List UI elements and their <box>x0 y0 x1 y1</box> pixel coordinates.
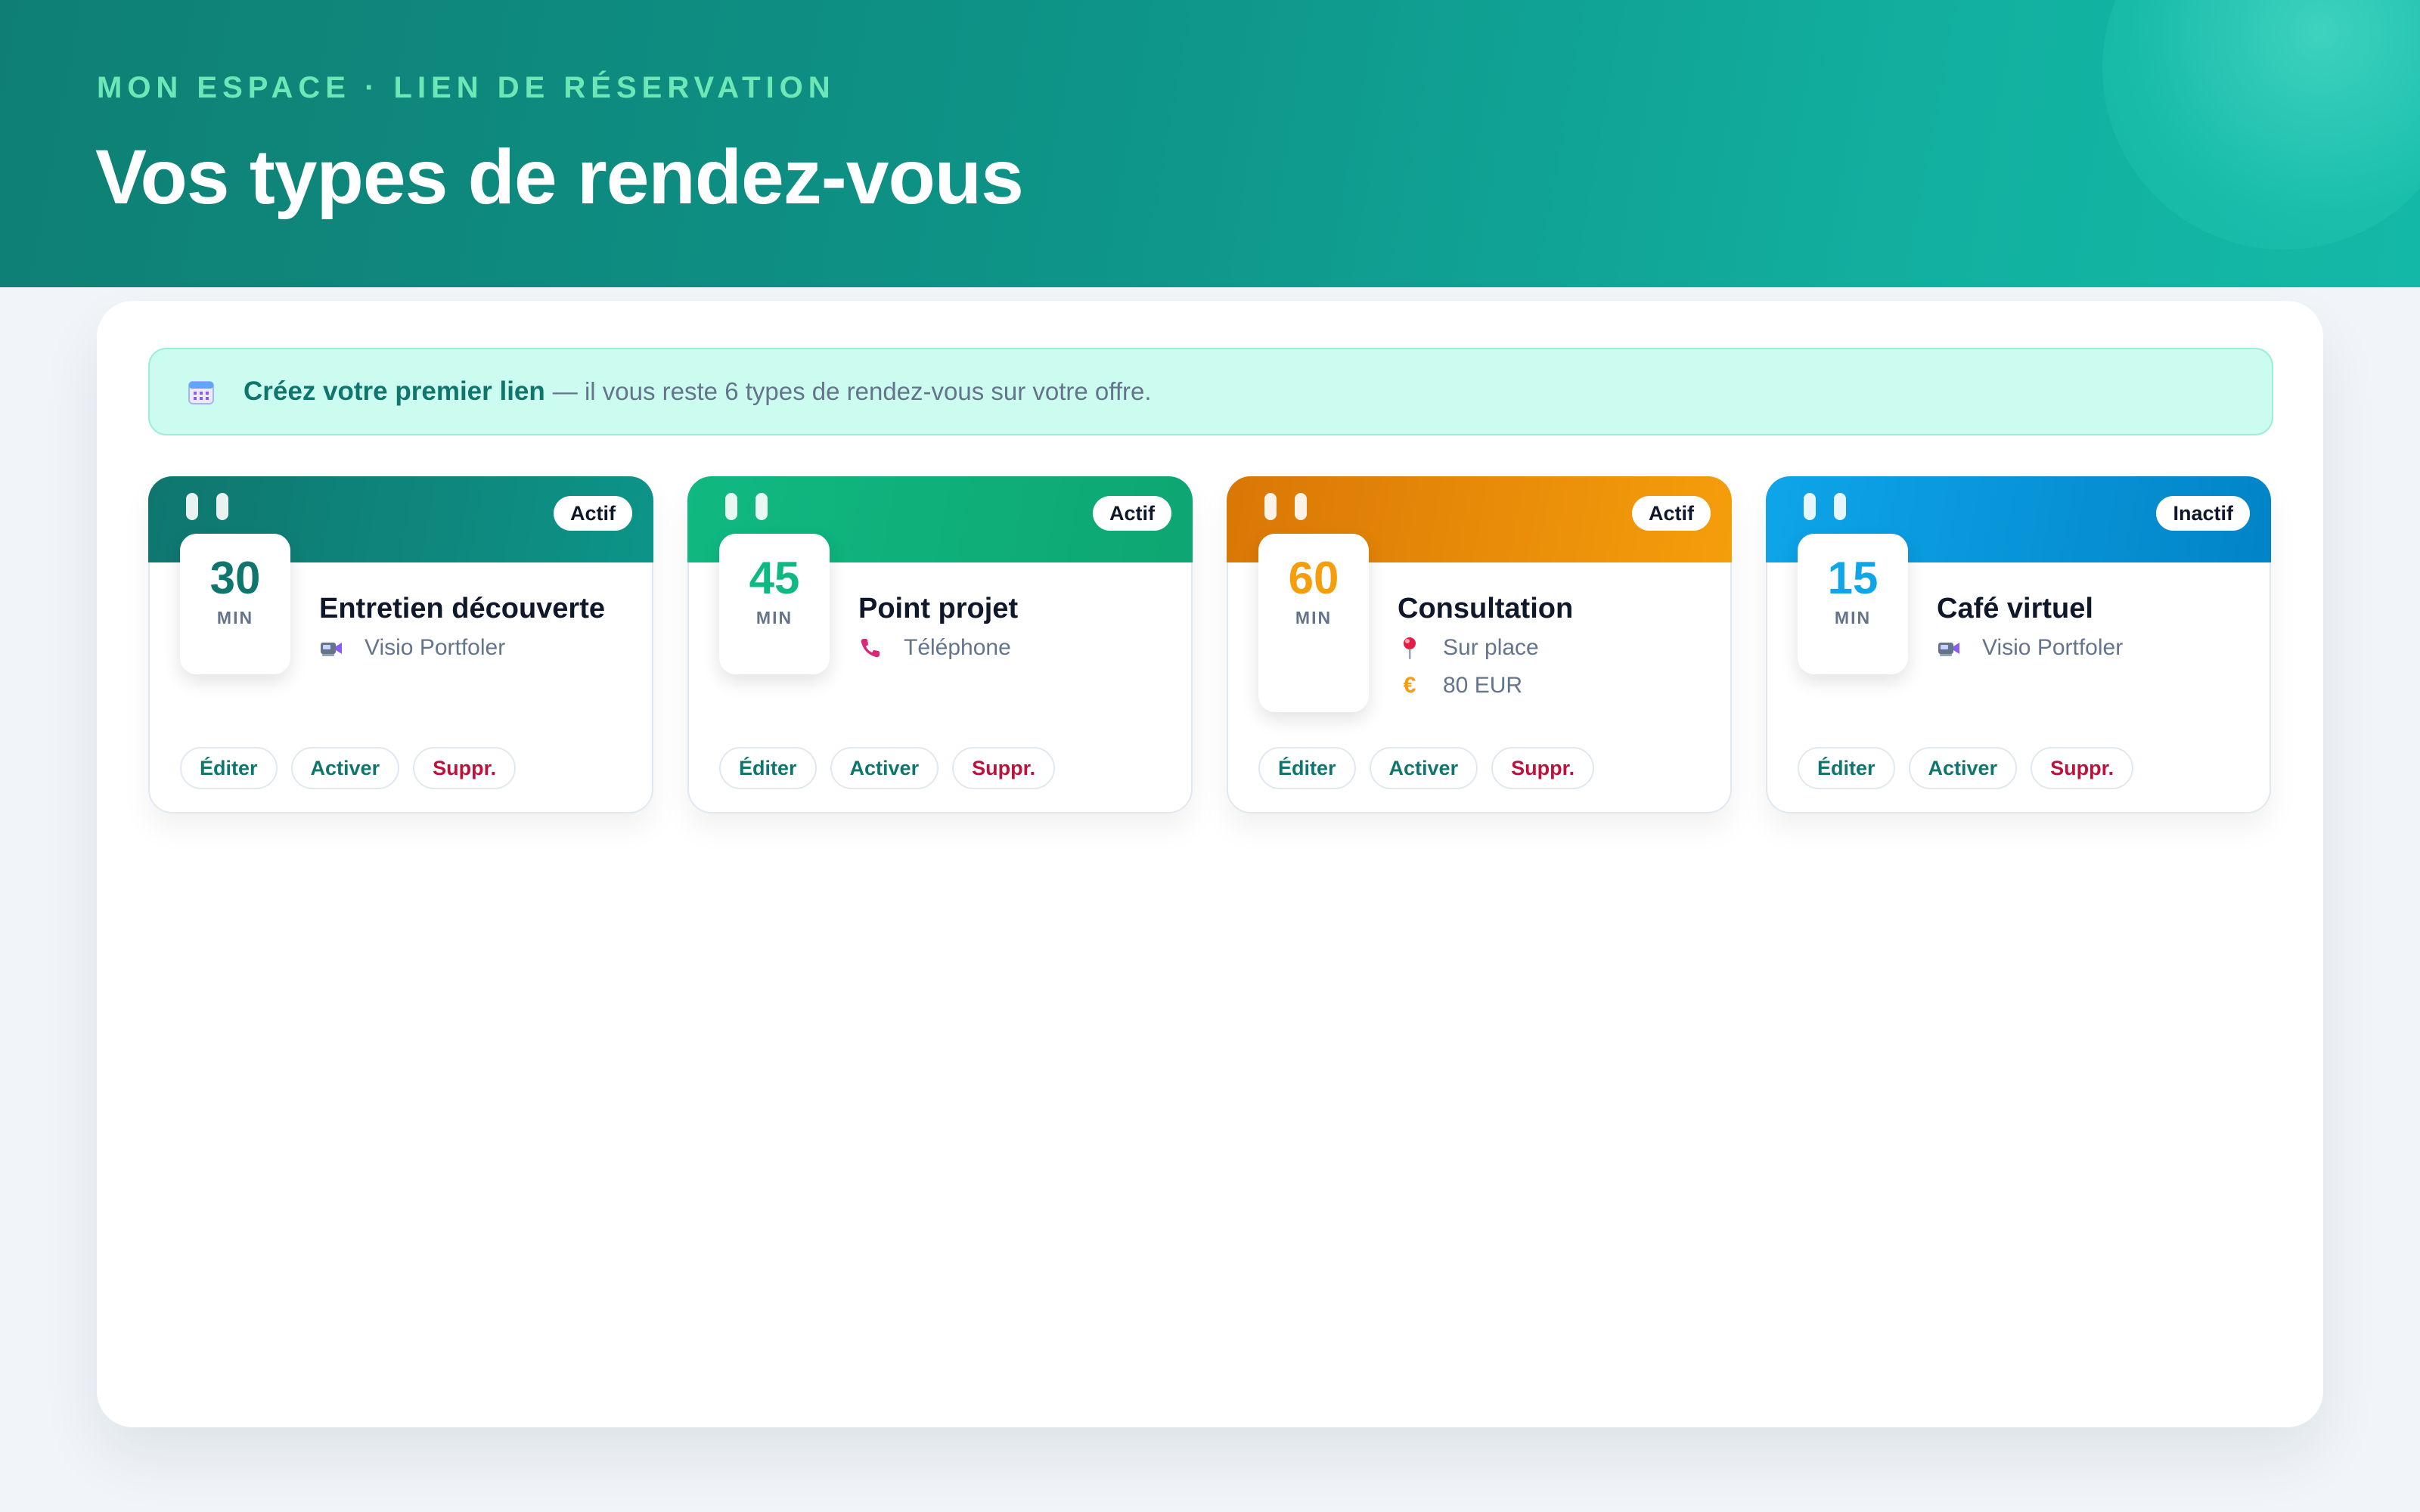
status-badge: Inactif <box>2156 496 2250 531</box>
activate-button[interactable]: Activer <box>1908 747 2018 789</box>
calendar-rings <box>725 493 768 520</box>
edit-button[interactable]: Éditer <box>1798 747 1895 789</box>
status-badge: Actif <box>554 496 632 531</box>
delete-button[interactable]: Suppr. <box>1491 747 1595 789</box>
calendar-icon <box>188 378 215 405</box>
duration-unit: MIN <box>1834 608 1872 627</box>
duration-value: 15 <box>1827 553 1879 603</box>
edit-button[interactable]: Éditer <box>1258 747 1356 789</box>
card-actions: Éditer Activer Suppr. <box>1798 747 2134 789</box>
card-meta: Sur place <box>1398 635 1539 661</box>
appointment-card[interactable]: Actif 60 MIN Consultation Sur place € 80… <box>1227 476 1732 813</box>
status-badge: Actif <box>1093 496 1171 531</box>
duration-unit: MIN <box>1295 608 1333 627</box>
notice-text: — il vous reste 6 types de rendez-vous s… <box>552 377 1152 405</box>
phone-icon <box>858 636 883 660</box>
appointment-card[interactable]: Actif 30 MIN Entretien découverte Visio … <box>148 476 653 813</box>
calendar-rings <box>186 493 228 520</box>
activate-button[interactable]: Activer <box>1369 747 1478 789</box>
duration-value: 60 <box>1288 553 1339 603</box>
duration-tile: 45 MIN <box>719 534 830 674</box>
card-actions: Éditer Activer Suppr. <box>180 747 517 789</box>
card-meta-text: Téléphone <box>904 635 1011 660</box>
card-meta: Visio Portfoler <box>1937 635 2123 661</box>
status-badge: Actif <box>1632 496 1711 531</box>
page-title: Vos types de rendez-vous <box>95 134 1024 220</box>
calendar-rings <box>1804 493 1846 520</box>
delete-button[interactable]: Suppr. <box>2031 747 2134 789</box>
card-meta: Téléphone <box>858 635 1011 661</box>
card-meta: Visio Portfoler <box>319 635 505 661</box>
breadcrumb: MON ESPACE · LIEN DE RÉSERVATION <box>97 71 836 104</box>
duration-value: 30 <box>209 553 261 603</box>
euro-icon: € <box>1403 673 1416 698</box>
card-meta: € 80 EUR <box>1398 673 1522 699</box>
card-title: Entretien découverte <box>319 593 605 624</box>
card-meta-text: 80 EUR <box>1443 673 1523 698</box>
appointment-card[interactable]: Inactif 15 MIN Café virtuel Visio Portfo… <box>1766 476 2271 813</box>
card-title: Café virtuel <box>1937 593 2093 624</box>
card-meta-text: Visio Portfoler <box>365 635 506 660</box>
notice-banner: Créez votre premier lien — il vous reste… <box>148 348 2273 435</box>
card-title: Consultation <box>1398 593 1574 624</box>
main-panel: Créez votre premier lien — il vous reste… <box>97 301 2323 1427</box>
activate-button[interactable]: Activer <box>290 747 400 789</box>
card-title: Point projet <box>858 593 1019 624</box>
video-call-icon <box>319 636 343 660</box>
decorative-orb <box>2102 0 2420 249</box>
duration-unit: MIN <box>216 608 254 627</box>
card-meta-text: Sur place <box>1443 635 1539 660</box>
notice-title: Créez votre premier lien <box>244 376 545 406</box>
edit-button[interactable]: Éditer <box>180 747 278 789</box>
card-meta-text: Visio Portfoler <box>1982 635 2124 660</box>
duration-tile: 60 MIN <box>1258 534 1369 712</box>
activate-button[interactable]: Activer <box>830 747 939 789</box>
appointment-card[interactable]: Actif 45 MIN Point projet Téléphone Édit… <box>687 476 1193 813</box>
duration-unit: MIN <box>755 608 793 627</box>
location-pin-icon <box>1398 636 1422 660</box>
duration-tile: 15 MIN <box>1798 534 1908 674</box>
page-header: MON ESPACE · LIEN DE RÉSERVATION Vos typ… <box>0 0 2420 287</box>
duration-value: 45 <box>749 553 800 603</box>
card-actions: Éditer Activer Suppr. <box>1258 747 1595 789</box>
delete-button[interactable]: Suppr. <box>413 747 517 789</box>
calendar-rings <box>1264 493 1307 520</box>
video-call-icon <box>1937 636 1961 660</box>
duration-tile: 30 MIN <box>180 534 290 674</box>
card-actions: Éditer Activer Suppr. <box>719 747 1056 789</box>
delete-button[interactable]: Suppr. <box>952 747 1056 789</box>
edit-button[interactable]: Éditer <box>719 747 817 789</box>
